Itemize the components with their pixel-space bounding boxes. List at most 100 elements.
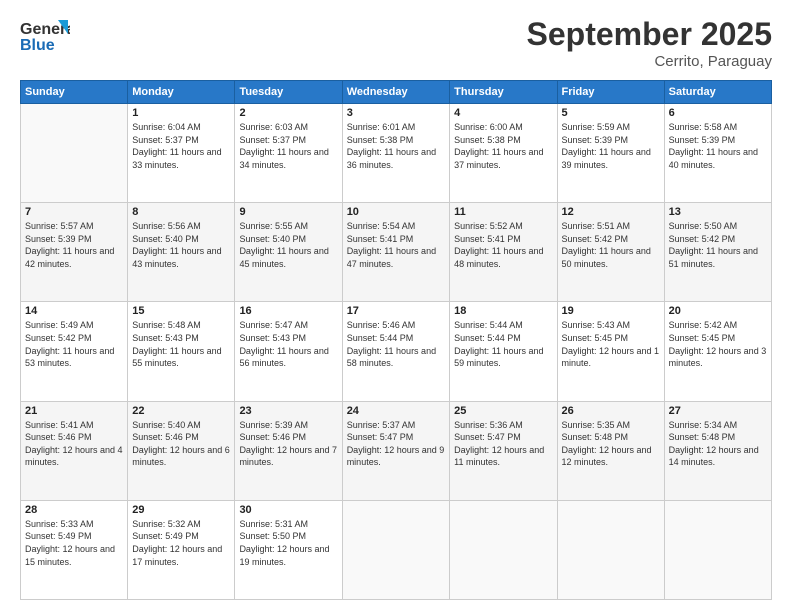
day-info: Sunrise: 5:34 AMSunset: 5:48 PMDaylight:… [669,419,767,469]
calendar-week-row: 7 Sunrise: 5:57 AMSunset: 5:39 PMDaylight… [21,203,772,302]
col-header-monday: Monday [128,81,235,104]
calendar-cell: 9Sunrise: 5:55 AMSunset: 5:40 PMDaylight… [235,203,342,302]
col-header-friday: Friday [557,81,664,104]
logo: GeneralBlue [20,16,70,56]
calendar-cell: 25 Sunrise: 5:36 AMSunset: 5:47 PMDayligh… [450,401,557,500]
calendar-cell: 21 Sunrise: 5:41 AMSunset: 5:46 PMDayligh… [21,401,128,500]
calendar-cell: 28 Sunrise: 5:33 AMSunset: 5:49 PMDayligh… [21,500,128,599]
day-number: 11 [454,206,552,218]
calendar-cell: 14Sunrise: 5:49 AMSunset: 5:42 PMDayligh… [21,302,128,401]
day-number: 26 [562,405,660,417]
page: GeneralBlue September 2025 Cerrito, Para… [0,0,792,612]
day-info: Sunrise: 5:42 AMSunset: 5:45 PMDaylight:… [669,319,767,369]
calendar-cell: 23Sunrise: 5:39 AMSunset: 5:46 PMDayligh… [235,401,342,500]
day-number: 30 [239,504,337,516]
header: GeneralBlue September 2025 Cerrito, Para… [20,16,772,70]
day-info: Sunrise: 6:01 AMSunset: 5:38 PMDaylight:… [347,121,445,171]
day-number: 6 [669,107,767,119]
day-number: 27 [669,405,767,417]
day-number: 10 [347,206,445,218]
logo-svg: GeneralBlue [20,16,70,56]
day-number: 1 [132,107,230,119]
day-info: Sunrise: 5:55 AMSunset: 5:40 PMDaylight:… [239,220,337,270]
day-number: 2 [239,107,337,119]
calendar-cell: 17 Sunrise: 5:46 AMSunset: 5:44 PMDayligh… [342,302,449,401]
day-info: Sunrise: 6:04 AMSunset: 5:37 PMDaylight:… [132,121,230,171]
calendar-cell: 30 Sunrise: 5:31 AMSunset: 5:50 PMDayligh… [235,500,342,599]
day-info: Sunrise: 5:41 AMSunset: 5:46 PMDaylight:… [25,419,123,469]
calendar-cell [557,500,664,599]
calendar-cell: 20 Sunrise: 5:42 AMSunset: 5:45 PMDayligh… [664,302,771,401]
day-number: 20 [669,305,767,317]
day-info: Sunrise: 5:56 AMSunset: 5:40 PMDaylight:… [132,220,230,270]
calendar-week-row: 21 Sunrise: 5:41 AMSunset: 5:46 PMDayligh… [21,401,772,500]
calendar-cell: 26Sunrise: 5:35 AMSunset: 5:48 PMDayligh… [557,401,664,500]
day-number: 24 [347,405,445,417]
calendar-cell [342,500,449,599]
day-info: Sunrise: 5:44 AMSunset: 5:44 PMDaylight:… [454,319,552,369]
day-info: Sunrise: 5:57 AMSunset: 5:39 PMDaylight:… [25,220,123,270]
col-header-saturday: Saturday [664,81,771,104]
day-number: 17 [347,305,445,317]
day-info: Sunrise: 5:37 AMSunset: 5:47 PMDaylight:… [347,419,445,469]
day-number: 5 [562,107,660,119]
day-number: 29 [132,504,230,516]
calendar-header-row: SundayMondayTuesdayWednesdayThursdayFrid… [21,81,772,104]
calendar-cell: 1 Sunrise: 6:04 AMSunset: 5:37 PMDaylight… [128,104,235,203]
day-info: Sunrise: 5:59 AMSunset: 5:39 PMDaylight:… [562,121,660,171]
day-info: Sunrise: 5:52 AMSunset: 5:41 PMDaylight:… [454,220,552,270]
col-header-thursday: Thursday [450,81,557,104]
day-info: Sunrise: 5:32 AMSunset: 5:49 PMDaylight:… [132,518,230,568]
calendar-cell: 2Sunrise: 6:03 AMSunset: 5:37 PMDaylight… [235,104,342,203]
day-info: Sunrise: 6:00 AMSunset: 5:38 PMDaylight:… [454,121,552,171]
day-info: Sunrise: 5:47 AMSunset: 5:43 PMDaylight:… [239,319,337,369]
calendar-cell: 29 Sunrise: 5:32 AMSunset: 5:49 PMDayligh… [128,500,235,599]
day-number: 3 [347,107,445,119]
calendar-cell: 12Sunrise: 5:51 AMSunset: 5:42 PMDayligh… [557,203,664,302]
calendar-cell: 16 Sunrise: 5:47 AMSunset: 5:43 PMDayligh… [235,302,342,401]
calendar-cell: 7 Sunrise: 5:57 AMSunset: 5:39 PMDaylight… [21,203,128,302]
day-number: 8 [132,206,230,218]
calendar-cell [664,500,771,599]
calendar-cell: 4Sunrise: 6:00 AMSunset: 5:38 PMDaylight… [450,104,557,203]
day-number: 19 [562,305,660,317]
calendar-week-row: 14Sunrise: 5:49 AMSunset: 5:42 PMDayligh… [21,302,772,401]
calendar-cell: 15 Sunrise: 5:48 AMSunset: 5:43 PMDayligh… [128,302,235,401]
day-number: 12 [562,206,660,218]
day-number: 21 [25,405,123,417]
calendar-cell: 6 Sunrise: 5:58 AMSunset: 5:39 PMDaylight… [664,104,771,203]
day-info: Sunrise: 5:49 AMSunset: 5:42 PMDaylight:… [25,319,123,369]
calendar-cell: 27 Sunrise: 5:34 AMSunset: 5:48 PMDayligh… [664,401,771,500]
svg-text:Blue: Blue [20,37,55,54]
day-info: Sunrise: 5:58 AMSunset: 5:39 PMDaylight:… [669,121,767,171]
day-info: Sunrise: 5:36 AMSunset: 5:47 PMDaylight:… [454,419,552,469]
calendar-cell: 24 Sunrise: 5:37 AMSunset: 5:47 PMDayligh… [342,401,449,500]
day-info: Sunrise: 5:31 AMSunset: 5:50 PMDaylight:… [239,518,337,568]
day-info: Sunrise: 5:48 AMSunset: 5:43 PMDaylight:… [132,319,230,369]
day-number: 18 [454,305,552,317]
day-info: Sunrise: 5:46 AMSunset: 5:44 PMDaylight:… [347,319,445,369]
calendar-week-row: 1 Sunrise: 6:04 AMSunset: 5:37 PMDaylight… [21,104,772,203]
calendar-cell: 19Sunrise: 5:43 AMSunset: 5:45 PMDayligh… [557,302,664,401]
main-title: September 2025 [527,16,772,53]
col-header-sunday: Sunday [21,81,128,104]
calendar-table: SundayMondayTuesdayWednesdayThursdayFrid… [20,80,772,600]
day-info: Sunrise: 5:50 AMSunset: 5:42 PMDaylight:… [669,220,767,270]
day-info: Sunrise: 5:33 AMSunset: 5:49 PMDaylight:… [25,518,123,568]
day-number: 22 [132,405,230,417]
title-block: September 2025 Cerrito, Paraguay [527,16,772,70]
day-number: 25 [454,405,552,417]
calendar-cell [21,104,128,203]
day-info: Sunrise: 5:40 AMSunset: 5:46 PMDaylight:… [132,419,230,469]
day-number: 28 [25,504,123,516]
day-number: 13 [669,206,767,218]
day-number: 16 [239,305,337,317]
day-info: Sunrise: 5:54 AMSunset: 5:41 PMDaylight:… [347,220,445,270]
calendar-week-row: 28 Sunrise: 5:33 AMSunset: 5:49 PMDayligh… [21,500,772,599]
day-number: 7 [25,206,123,218]
day-number: 15 [132,305,230,317]
day-number: 23 [239,405,337,417]
calendar-cell: 22 Sunrise: 5:40 AMSunset: 5:46 PMDayligh… [128,401,235,500]
calendar-cell: 11 Sunrise: 5:52 AMSunset: 5:41 PMDayligh… [450,203,557,302]
col-header-wednesday: Wednesday [342,81,449,104]
